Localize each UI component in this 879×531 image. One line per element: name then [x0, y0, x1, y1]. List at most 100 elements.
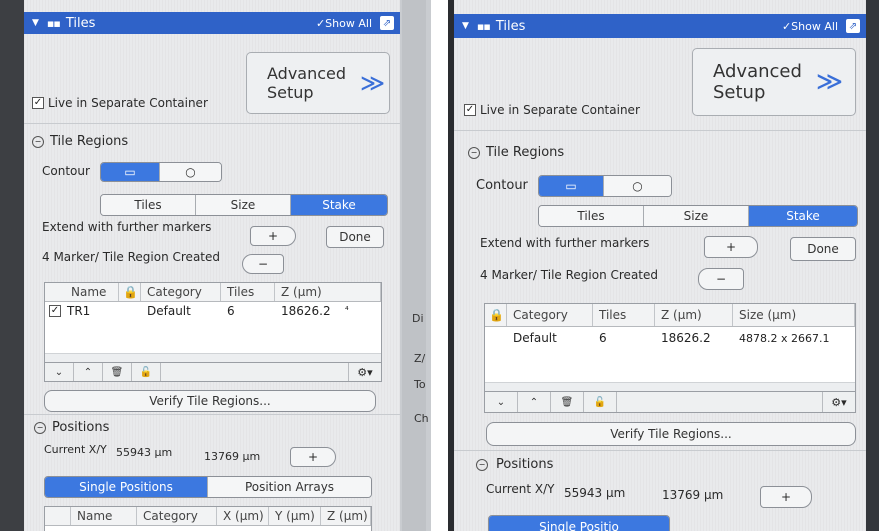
advanced-setup-line1: Advanced — [267, 64, 347, 83]
col-z[interactable]: Z (µm) — [655, 304, 733, 326]
delete-button[interactable]: 🗑 — [103, 363, 132, 381]
table-header: Name Category X (µm) Y (µm) Z (µm) — [45, 507, 371, 526]
contour-selector: ▭ ○ — [538, 175, 672, 197]
current-x-value: 55943 µm — [564, 486, 626, 500]
collapse-circle-icon[interactable]: − — [32, 135, 44, 148]
remove-marker-button[interactable]: − — [242, 254, 284, 274]
options-button[interactable]: ⚙▾ — [348, 363, 381, 381]
collapse-circle-icon[interactable]: − — [476, 458, 488, 471]
advanced-setup-button[interactable]: Advanced Setup ≫ — [246, 52, 390, 114]
tab-size[interactable]: Size — [643, 206, 748, 226]
live-container-option[interactable]: ✓ Live in Separate Container — [464, 103, 640, 117]
table-row[interactable]: Default 6 18626.2 4878.2 x 2667.1 — [485, 327, 855, 349]
table-row[interactable]: ✓ TR1 Default 6 18626.2 ⁴ — [45, 302, 381, 320]
col-category[interactable]: Category — [137, 507, 217, 525]
col-category[interactable]: Category — [507, 304, 593, 326]
contour-ellipse-button[interactable]: ○ — [603, 176, 671, 196]
live-container-checkbox[interactable]: ✓ — [32, 97, 44, 109]
col-name[interactable]: Name — [45, 283, 119, 301]
col-lock-icon[interactable]: 🔒 — [119, 283, 141, 301]
current-x-value: 55943 µm — [116, 446, 173, 459]
side-panel — [400, 0, 431, 531]
positions-header[interactable]: − Positions — [476, 457, 553, 472]
show-all-toggle[interactable]: ✓Show All — [782, 20, 838, 33]
delete-button[interactable]: 🗑 — [551, 392, 584, 412]
live-container-label: Live in Separate Container — [48, 96, 208, 110]
divider — [454, 130, 866, 131]
ellipse-icon: ○ — [185, 165, 196, 179]
move-up-button[interactable]: ⌃ — [518, 392, 551, 412]
col-y[interactable]: Y (µm) — [269, 507, 321, 525]
tab-stake[interactable]: Stake — [748, 206, 857, 226]
remove-marker-button[interactable]: − — [698, 268, 744, 290]
col-category[interactable]: Category — [141, 283, 221, 301]
unlock-button[interactable]: 🔓 — [132, 363, 161, 381]
collapse-circle-icon[interactable]: − — [468, 146, 480, 159]
collapse-arrow-icon[interactable]: ▼ — [32, 18, 39, 28]
move-down-button[interactable]: ⌄ — [485, 392, 518, 412]
verify-tile-regions-button[interactable]: Verify Tile Regions... — [486, 422, 856, 446]
popout-icon[interactable]: ⇗ — [846, 19, 860, 33]
contour-ellipse-button[interactable]: ○ — [159, 163, 221, 181]
tiles-panel: ▼ ▪▪ Tiles ✓Show All ⇗ Advanced Setup ≫ … — [454, 0, 866, 531]
row-size: 4878.2 x 2667.1 — [739, 331, 830, 345]
tile-regions-header[interactable]: − Tile Regions — [32, 134, 128, 149]
tab-single-positions[interactable]: Single Positions — [45, 477, 207, 497]
tab-position-arrays[interactable]: Position Arrays — [207, 477, 371, 497]
col-name[interactable]: Name — [71, 507, 137, 525]
collapse-arrow-icon[interactable]: ▼ — [462, 21, 469, 31]
unlock-icon: 🔓 — [139, 366, 153, 378]
show-all-toggle[interactable]: ✓Show All — [316, 17, 372, 30]
col-lock-icon[interactable]: 🔒 — [485, 304, 507, 326]
marker-status-label: 4 Marker/ Tile Region Created — [480, 268, 658, 282]
verify-tile-regions-button[interactable]: Verify Tile Regions... — [44, 390, 376, 412]
options-button[interactable]: ⚙▾ — [822, 392, 855, 412]
col-size[interactable]: Size (µm) — [733, 304, 855, 326]
tab-tiles[interactable]: Tiles — [539, 206, 643, 226]
row-tiles: 6 — [599, 331, 607, 345]
tile-regions-header[interactable]: − Tile Regions — [468, 145, 564, 160]
tiles-grip-icon: ▪▪ — [46, 16, 61, 30]
col-tiles[interactable]: Tiles — [593, 304, 655, 326]
tiles-titlebar[interactable]: ▼ ▪▪ Tiles ✓Show All ⇗ — [24, 12, 400, 34]
screen-edge — [866, 0, 879, 531]
done-button[interactable]: Done — [326, 226, 384, 248]
positions-heading: Positions — [496, 457, 554, 472]
tab-single-positions[interactable]: Single Positio — [489, 516, 669, 531]
table-header: 🔒 Category Tiles Z (µm) Size (µm) — [485, 304, 855, 327]
row-more: ⁴ — [345, 306, 349, 316]
contour-rectangle-button[interactable]: ▭ — [101, 163, 159, 181]
tab-tiles[interactable]: Tiles — [101, 195, 195, 215]
popout-icon[interactable]: ⇗ — [380, 16, 394, 30]
vertical-scrollbar[interactable] — [402, 0, 426, 531]
add-position-button[interactable]: + — [760, 486, 812, 508]
tab-stake[interactable]: Stake — [290, 195, 387, 215]
side-label-to: To — [414, 378, 426, 391]
col-z[interactable]: Z (µm) — [321, 507, 371, 525]
extend-markers-label: Extend with further markers — [480, 236, 650, 250]
done-button[interactable]: Done — [790, 237, 856, 261]
add-position-button[interactable]: + — [290, 447, 336, 467]
unlock-button[interactable]: 🔓 — [584, 392, 617, 412]
trash-icon: 🗑 — [560, 396, 574, 408]
tiles-titlebar[interactable]: ▼ ▪▪ Tiles ✓Show All ⇗ — [454, 14, 866, 38]
col-z[interactable]: Z (µm) — [275, 283, 381, 301]
tile-regions-table: 🔒 Category Tiles Z (µm) Size (µm) Defaul… — [484, 303, 856, 393]
col-tiles[interactable]: Tiles — [221, 283, 275, 301]
add-marker-button[interactable]: + — [250, 226, 296, 246]
plus-icon: + — [780, 490, 792, 504]
collapse-circle-icon[interactable]: − — [34, 421, 46, 434]
col-x[interactable]: X (µm) — [217, 507, 269, 525]
add-marker-button[interactable]: + — [704, 236, 758, 258]
tab-size[interactable]: Size — [195, 195, 290, 215]
contour-rectangle-button[interactable]: ▭ — [539, 176, 603, 196]
live-container-option[interactable]: ✓ Live in Separate Container — [32, 96, 208, 110]
positions-header[interactable]: − Positions — [34, 420, 109, 435]
move-down-button[interactable]: ⌄ — [45, 363, 74, 381]
mode-tabs: Tiles Size Stake — [100, 194, 388, 216]
tile-regions-heading: Tile Regions — [50, 134, 129, 149]
advanced-setup-button[interactable]: Advanced Setup ≫ — [692, 48, 856, 116]
move-up-button[interactable]: ⌃ — [74, 363, 103, 381]
live-container-checkbox[interactable]: ✓ — [464, 104, 476, 116]
row-checkbox[interactable]: ✓ — [49, 305, 61, 317]
